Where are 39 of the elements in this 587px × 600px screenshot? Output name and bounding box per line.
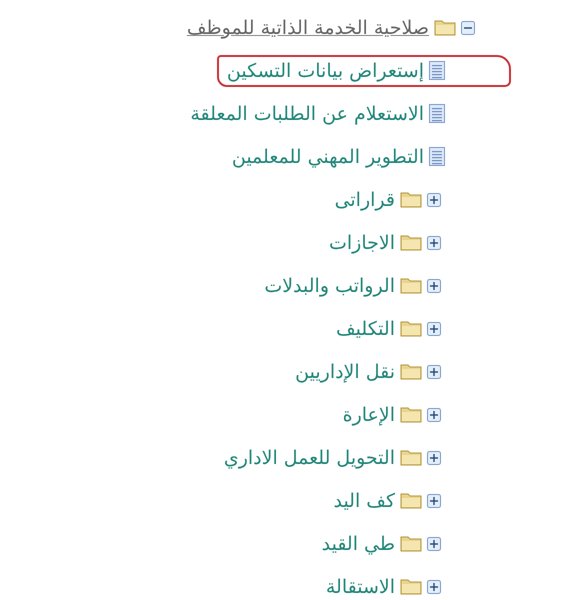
folder-icon: [400, 191, 422, 208]
document-icon: [429, 61, 445, 80]
folder-icon: [400, 449, 422, 466]
expand-icon[interactable]: [427, 450, 441, 464]
expand-icon[interactable]: [427, 192, 441, 206]
folder-icon: [400, 492, 422, 509]
tree-item-link[interactable]: التحويل للعمل الاداري: [224, 446, 395, 468]
tree-item-link[interactable]: الاجازات: [329, 232, 395, 254]
tree-item-link[interactable]: التطوير المهني للمعلمين: [232, 146, 424, 168]
tree-item-link[interactable]: كف اليد: [333, 490, 395, 512]
expand-icon[interactable]: [427, 536, 441, 550]
folder-icon: [400, 363, 422, 380]
tree-item-link[interactable]: صلاحية الخدمة الذاتية للموظف: [186, 16, 429, 38]
expand-icon[interactable]: [427, 236, 441, 250]
expand-icon[interactable]: [427, 322, 441, 336]
tree-item-link[interactable]: إستعراض بيانات التسكين: [226, 60, 424, 82]
document-icon: [429, 147, 445, 166]
document-icon: [429, 104, 445, 123]
expand-icon[interactable]: [427, 580, 441, 594]
folder-icon: [400, 406, 422, 423]
tree-item-link[interactable]: قراراتى: [334, 188, 395, 210]
expand-icon[interactable]: [427, 364, 441, 378]
tree-item-link[interactable]: الرواتب والبدلات: [264, 274, 395, 296]
folder-icon: [434, 19, 456, 36]
expand-icon[interactable]: [427, 278, 441, 292]
tree-item-link[interactable]: نقل الإداريين: [295, 360, 395, 382]
folder-icon: [400, 578, 422, 595]
tree-item-link[interactable]: طي القيد: [322, 532, 395, 554]
tree-item-link[interactable]: التكليف: [336, 318, 395, 340]
tree-item-link[interactable]: الاستقالة: [326, 576, 395, 598]
tree-item-link[interactable]: الاستعلام عن الطلبات المعلقة: [190, 102, 424, 124]
tree-item-link[interactable]: الإعارة: [342, 404, 395, 426]
expand-icon[interactable]: [427, 408, 441, 422]
expand-icon[interactable]: [427, 494, 441, 508]
folder-icon: [400, 535, 422, 552]
folder-icon: [400, 277, 422, 294]
folder-icon: [400, 320, 422, 337]
collapse-icon[interactable]: [461, 20, 475, 34]
folder-icon: [400, 234, 422, 251]
